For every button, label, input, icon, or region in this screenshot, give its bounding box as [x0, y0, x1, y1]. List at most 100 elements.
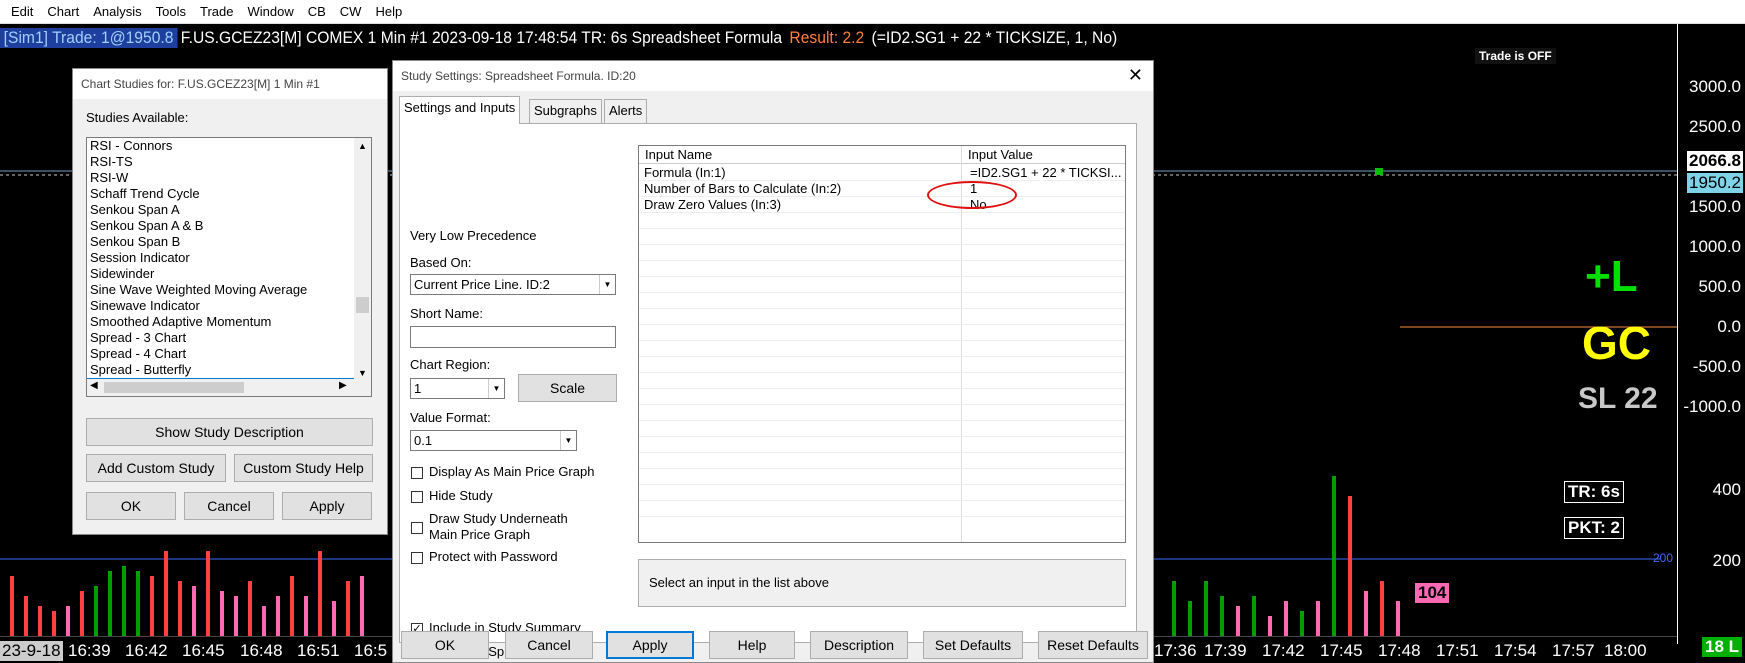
menu-cb[interactable]: CB — [301, 4, 333, 19]
menu-window[interactable]: Window — [240, 4, 300, 19]
studies-ok-button[interactable]: OK — [86, 492, 176, 520]
display-main-price-checkbox[interactable] — [411, 467, 423, 479]
value-format-label: Value Format: — [410, 410, 491, 425]
grid-row-line — [639, 484, 1125, 485]
volume-bar — [1396, 601, 1400, 636]
set-defaults-button[interactable]: Set Defaults — [923, 631, 1023, 659]
settings-cancel-button[interactable]: Cancel — [505, 631, 593, 659]
volume-bar — [164, 551, 168, 636]
draw-underneath-label-2: Main Price Graph — [429, 527, 531, 542]
plus-l-label: +L — [1585, 252, 1638, 301]
study-list-item[interactable]: Senkou Span A & B — [87, 218, 355, 234]
scroll-right-icon[interactable]: ▶ — [339, 380, 347, 391]
draw-underneath-checkbox[interactable] — [411, 522, 423, 534]
volume-bar — [122, 566, 126, 636]
scroll-thumb[interactable] — [356, 297, 369, 313]
price-scale[interactable]: 3000.0 2500.0 2066.8 1950.2 1500.0 1000.… — [1677, 24, 1745, 644]
chart-studies-titlebar[interactable]: Chart Studies for: F.US.GCEZ23[M] 1 Min … — [73, 69, 387, 99]
short-name-input[interactable] — [410, 326, 616, 348]
menu-bar: Edit Chart Analysis Tools Trade Window C… — [0, 0, 1745, 24]
column-header-input-name[interactable]: Input Name — [645, 147, 712, 162]
grid-row-line — [639, 388, 1125, 389]
study-list-item[interactable]: RSI-TS — [87, 154, 355, 170]
protect-password-checkbox[interactable] — [411, 552, 423, 564]
study-settings-titlebar[interactable]: Study Settings: Spreadsheet Formula. ID:… — [393, 61, 1153, 91]
studies-horizontal-scrollbar[interactable]: ◀ ▶ — [87, 379, 371, 396]
study-list-item[interactable]: Spread - Butterfly — [87, 362, 355, 378]
study-list-item[interactable]: Sinewave Indicator — [87, 298, 355, 314]
time-tick: 17:36 — [1154, 641, 1197, 660]
grid-row-line — [639, 260, 1125, 261]
input-value-cell[interactable]: =ID2.SG1 + 22 * TICKSI... — [970, 165, 1122, 180]
menu-help[interactable]: Help — [368, 4, 409, 19]
reset-defaults-button[interactable]: Reset Defaults — [1038, 631, 1148, 659]
studies-list[interactable]: RSI - Connors RSI-TS RSI-W Schaff Trend Cyc… — [86, 137, 372, 397]
study-list-item[interactable]: Session Indicator — [87, 250, 355, 266]
based-on-select[interactable]: Current Price Line. ID:2 ▼ — [410, 274, 616, 295]
menu-analysis[interactable]: Analysis — [86, 4, 148, 19]
study-list-item[interactable]: Senkou Span A — [87, 202, 355, 218]
menu-tools[interactable]: Tools — [149, 4, 193, 19]
annotation-circle — [927, 181, 1017, 209]
study-list-item[interactable]: Sidewinder — [87, 266, 355, 282]
studies-apply-button[interactable]: Apply — [282, 492, 372, 520]
input-row[interactable]: Number of Bars to Calculate (In:2) 1 — [639, 181, 1125, 197]
sim-trade-label: [Sim1] Trade: 1@1950.8 — [0, 28, 178, 48]
study-list-item[interactable]: RSI - Connors — [87, 138, 355, 154]
volume-bar — [38, 606, 42, 636]
time-tick: 17:48 — [1378, 641, 1421, 660]
study-list-item[interactable]: Schaff Trend Cycle — [87, 186, 355, 202]
grid-row-line — [639, 228, 1125, 229]
settings-help-button[interactable]: Help — [709, 631, 795, 659]
column-header-input-value[interactable]: Input Value — [968, 147, 1033, 162]
scroll-left-icon[interactable]: ◀ — [90, 380, 98, 391]
settings-apply-button[interactable]: Apply — [606, 631, 694, 659]
hide-study-checkbox[interactable] — [411, 491, 423, 503]
input-row[interactable]: Formula (In:1) =ID2.SG1 + 22 * TICKSI... — [639, 165, 1125, 181]
input-row[interactable]: Draw Zero Values (In:3) No — [639, 197, 1125, 213]
study-list-item[interactable]: Spread - 4 Chart — [87, 346, 355, 362]
value-format-value: 0.1 — [414, 433, 433, 448]
menu-edit[interactable]: Edit — [4, 4, 40, 19]
hscroll-thumb[interactable] — [104, 382, 244, 393]
volume-bar — [1380, 581, 1384, 636]
time-tick: 17:42 — [1262, 641, 1305, 660]
studies-vertical-scrollbar[interactable]: ▲ ▼ — [354, 138, 371, 381]
custom-study-help-button[interactable]: Custom Study Help — [234, 454, 373, 482]
draw-underneath-label: Draw Study Underneath — [429, 511, 568, 526]
menu-chart[interactable]: Chart — [40, 4, 86, 19]
sl-label: SL 22 — [1578, 382, 1658, 415]
close-icon[interactable]: ✕ — [1128, 65, 1143, 86]
value-format-select[interactable]: 0.1 ▼ — [410, 430, 577, 451]
chart-region-value: 1 — [414, 381, 422, 396]
menu-trade[interactable]: Trade — [193, 4, 240, 19]
grid-row-line — [639, 436, 1125, 437]
study-list-item[interactable]: Spread - 3 Chart — [87, 330, 355, 346]
tab-settings-and-inputs[interactable]: Settings and Inputs — [399, 96, 521, 124]
inputs-grid[interactable]: Input Name Input Value Formula (In:1) =ID… — [638, 145, 1126, 543]
settings-ok-button[interactable]: OK — [401, 631, 489, 659]
study-list-item[interactable]: Smoothed Adaptive Momentum — [87, 314, 355, 330]
scale-button[interactable]: Scale — [518, 374, 617, 402]
add-custom-study-button[interactable]: Add Custom Study — [86, 454, 226, 482]
volume-bar — [108, 571, 112, 636]
time-tick: 17:45 — [1320, 641, 1363, 660]
show-study-description-button[interactable]: Show Study Description — [86, 418, 373, 446]
tab-subgraphs[interactable]: Subgraphs — [529, 99, 602, 123]
studies-cancel-button[interactable]: Cancel — [184, 492, 274, 520]
tab-alerts[interactable]: Alerts — [604, 99, 648, 123]
settings-description-button[interactable]: Description — [810, 631, 908, 659]
grid-row-line — [639, 516, 1125, 517]
volume-bars-left — [10, 551, 364, 636]
chart-region-select[interactable]: 1 ▼ — [410, 378, 505, 399]
input-name-cell: Number of Bars to Calculate (In:2) — [644, 181, 842, 196]
volume-bar — [1300, 611, 1304, 636]
menu-cw[interactable]: CW — [333, 4, 369, 19]
green-marker — [1375, 168, 1383, 175]
study-list-item[interactable]: RSI-W — [87, 170, 355, 186]
study-list-item[interactable]: Sine Wave Weighted Moving Average — [87, 282, 355, 298]
study-list-item[interactable]: Senkou Span B — [87, 234, 355, 250]
scroll-up-icon[interactable]: ▲ — [354, 138, 371, 154]
price-tick: 1000.0 — [1689, 237, 1741, 256]
chevron-down-icon: ▼ — [599, 275, 615, 294]
